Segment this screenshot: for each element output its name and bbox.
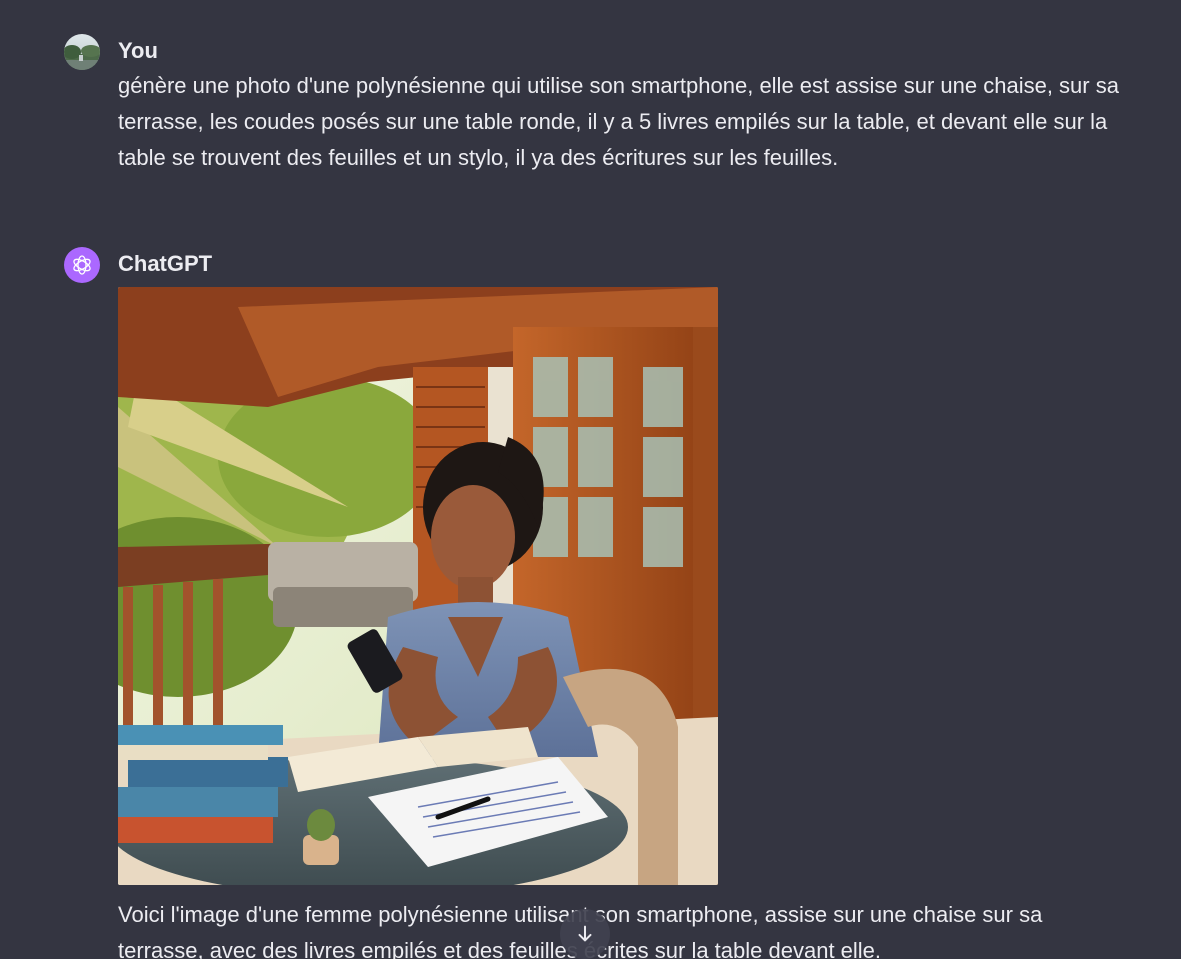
generated-image[interactable]: [118, 287, 718, 885]
user-message-text: génère une photo d'une polynésienne qui …: [118, 73, 1119, 170]
assistant-author-name: ChatGPT: [118, 251, 213, 276]
user-avatar-photo: [64, 34, 100, 70]
generated-image-illustration: [118, 287, 718, 885]
user-avatar[interactable]: [64, 34, 100, 70]
assistant-avatar: [64, 247, 100, 283]
assistant-message-text: Voici l'image d'une femme polynésienne u…: [118, 902, 1043, 959]
openai-logo-icon: [73, 255, 91, 275]
arrow-down-icon: [578, 925, 592, 942]
user-author-name: You: [118, 38, 158, 63]
scroll-to-bottom-button[interactable]: [560, 909, 610, 959]
chat-thread: You génère une photo d'une polynésienne …: [0, 0, 1181, 959]
